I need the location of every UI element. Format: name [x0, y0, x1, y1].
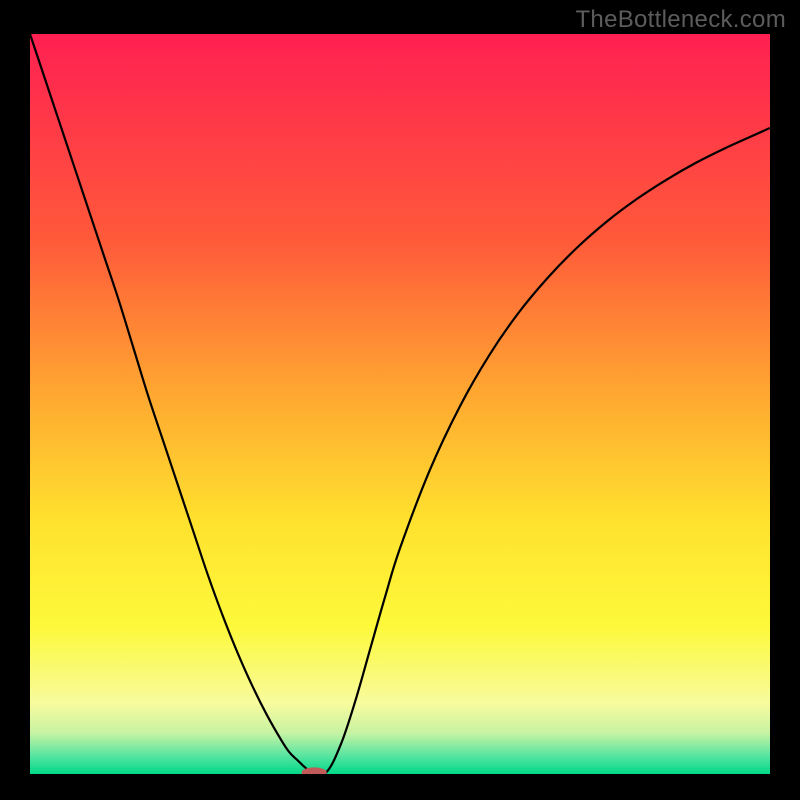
chart-frame: TheBottleneck.com [0, 0, 800, 800]
watermark-text: TheBottleneck.com [575, 6, 786, 34]
gradient-background [30, 34, 770, 774]
plot-area [30, 34, 770, 774]
chart-svg [30, 34, 770, 774]
